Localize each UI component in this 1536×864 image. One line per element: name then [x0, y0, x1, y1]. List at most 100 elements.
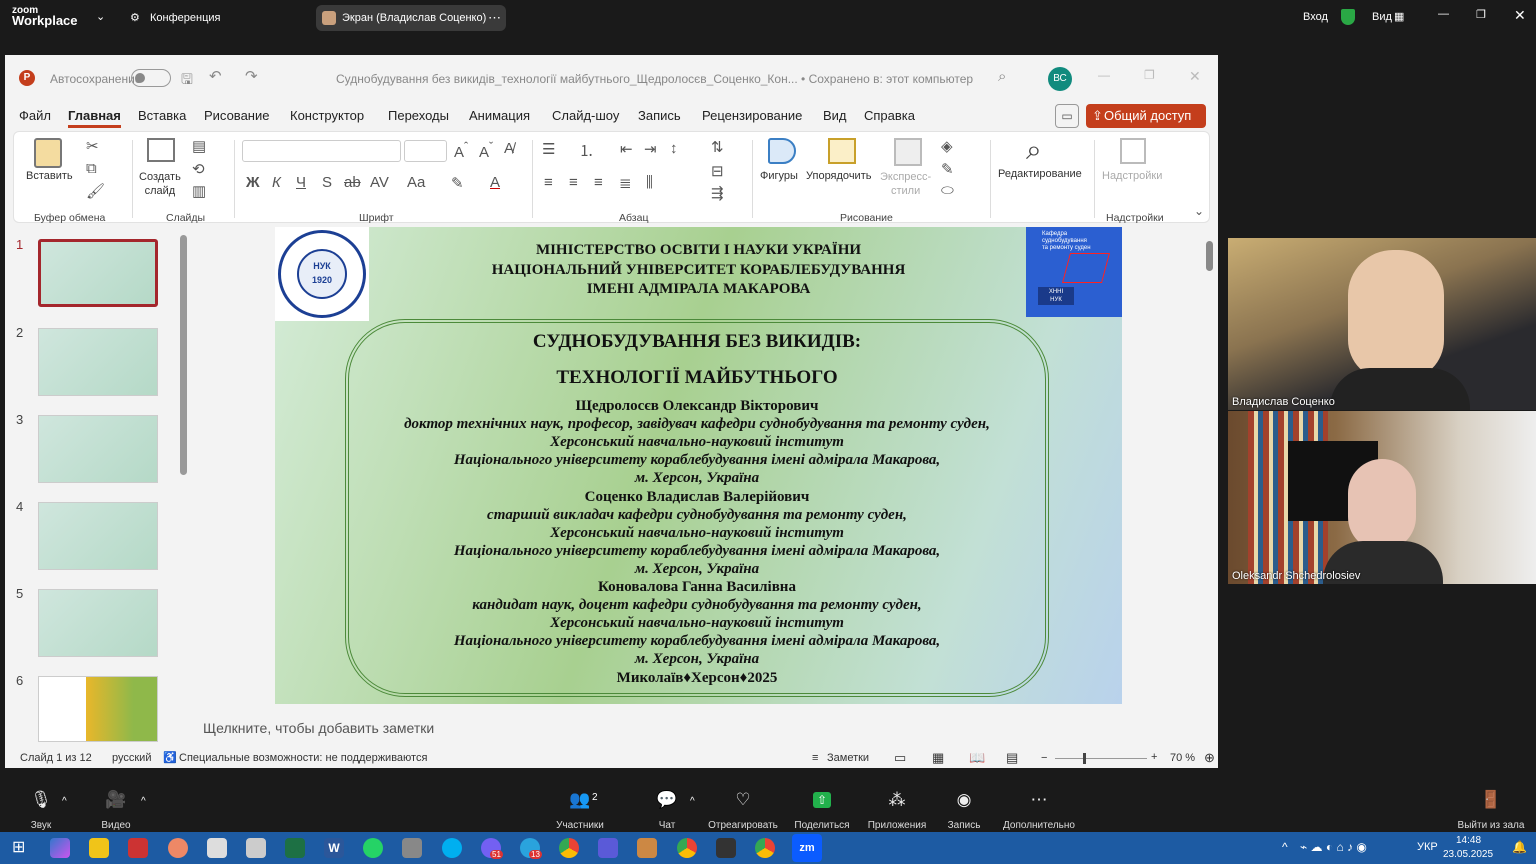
- whatsapp-icon[interactable]: [363, 838, 383, 858]
- leave-icon[interactable]: 🚪: [1446, 790, 1536, 810]
- window-close-icon[interactable]: ✕: [1189, 68, 1201, 85]
- zoom-out-icon[interactable]: −: [1041, 752, 1047, 764]
- new-slide-icon[interactable]: [147, 138, 175, 162]
- redo-icon[interactable]: ↷: [245, 67, 258, 85]
- copy-icon[interactable]: ⧉: [86, 160, 97, 177]
- app-icon[interactable]: [128, 838, 148, 858]
- shapes-button[interactable]: Фигуры: [760, 170, 798, 182]
- zoom-slider[interactable]: [1055, 753, 1147, 764]
- video-tile-2[interactable]: Oleksandr Shchedrolosiev: [1228, 411, 1536, 584]
- slide-thumbnail-3[interactable]: [38, 415, 158, 483]
- menu-home[interactable]: Главная: [68, 108, 121, 128]
- close-icon[interactable]: ✕: [1514, 7, 1526, 24]
- highlight-icon[interactable]: ✎: [451, 174, 464, 192]
- chevron-up-icon[interactable]: ^: [1282, 840, 1288, 854]
- video-tile-1[interactable]: Владислав Соценко: [1228, 238, 1536, 410]
- zoom-in-icon[interactable]: +: [1151, 751, 1157, 763]
- document-title[interactable]: Суднобудування без викидів_технології ма…: [336, 72, 973, 86]
- calculator-icon[interactable]: [246, 838, 266, 858]
- menu-slideshow[interactable]: Слайд-шоу: [552, 108, 619, 123]
- align-right-icon[interactable]: ≡: [594, 174, 603, 191]
- font-color-icon[interactable]: A: [490, 174, 500, 191]
- window-minimize-icon[interactable]: —: [1098, 68, 1110, 82]
- gear-icon[interactable]: ⚙: [130, 11, 140, 24]
- video-button[interactable]: Видео: [71, 820, 161, 831]
- word-icon[interactable]: W: [324, 838, 344, 858]
- share-button[interactable]: ⇪ Общий доступ: [1086, 104, 1206, 128]
- chrome-icon[interactable]: [559, 838, 579, 858]
- clock-date[interactable]: 23.05.2025: [1443, 849, 1493, 860]
- text-direction-icon[interactable]: ⇅: [711, 138, 724, 156]
- shape-fill-icon[interactable]: ◈: [941, 137, 953, 155]
- slide-scrollbar[interactable]: [1206, 241, 1213, 271]
- search-icon[interactable]: ⌕: [998, 68, 1006, 85]
- quick-styles-icon[interactable]: [894, 138, 922, 166]
- arrange-icon[interactable]: [828, 138, 856, 164]
- zoom-app-icon[interactable]: zm: [792, 834, 822, 862]
- notes-placeholder[interactable]: Щелкните, чтобы добавить заметки: [203, 720, 434, 736]
- slideshow-icon[interactable]: ▤: [1006, 750, 1018, 766]
- clear-format-icon[interactable]: A̸: [504, 140, 514, 157]
- layout-icon[interactable]: ▤: [192, 137, 206, 155]
- shapes-icon[interactable]: [768, 138, 796, 164]
- more-icon[interactable]: ⋯: [488, 10, 501, 26]
- window-restore-icon[interactable]: ❐: [1144, 68, 1155, 82]
- slide-thumbnail-6[interactable]: [38, 676, 158, 742]
- maximize-icon[interactable]: ❐: [1476, 8, 1486, 21]
- participants-button[interactable]: Участники: [535, 820, 625, 831]
- chevron-down-icon[interactable]: ⌄: [96, 10, 105, 23]
- slide-thumbnail-5[interactable]: [38, 589, 158, 657]
- react-button[interactable]: Отреагировать: [698, 820, 788, 831]
- slide-thumbnail-1[interactable]: [38, 239, 158, 307]
- fit-slide-icon[interactable]: ⊕: [1204, 750, 1215, 766]
- underline-icon[interactable]: Ч: [296, 174, 306, 191]
- italic-icon[interactable]: К: [272, 174, 281, 191]
- font-family-select[interactable]: [242, 140, 401, 162]
- menu-design[interactable]: Конструктор: [290, 108, 364, 123]
- tray-icons[interactable]: ⌁ ☁ ◐ ⌂ ♪ ◉: [1300, 840, 1367, 854]
- align-center-icon[interactable]: ≡: [569, 174, 578, 191]
- camera-app-icon[interactable]: [402, 838, 422, 858]
- chrome-icon[interactable]: [677, 838, 697, 858]
- addins-button[interactable]: Надстройки: [1102, 170, 1162, 182]
- app-icon[interactable]: [168, 838, 188, 858]
- case-icon[interactable]: Aa: [407, 174, 425, 191]
- new-slide-button[interactable]: Создать слайд: [139, 170, 181, 198]
- menu-insert[interactable]: Вставка: [138, 108, 186, 123]
- copilot-icon[interactable]: [50, 838, 70, 858]
- menu-animations[interactable]: Анимация: [469, 108, 530, 123]
- app-icon[interactable]: [207, 838, 227, 858]
- shape-outline-icon[interactable]: ✎: [941, 160, 954, 178]
- font-size-select[interactable]: [404, 140, 447, 162]
- comments-icon[interactable]: ▭: [1055, 104, 1079, 128]
- quick-styles-button[interactable]: Экспресс-стили: [880, 170, 931, 198]
- app-icon[interactable]: [716, 838, 736, 858]
- grid-icon[interactable]: ▦: [1394, 10, 1404, 23]
- strikethrough-icon[interactable]: ab: [344, 174, 361, 191]
- menu-record[interactable]: Запись: [638, 108, 681, 123]
- menu-file[interactable]: Файл: [19, 108, 51, 123]
- view-button[interactable]: Вид: [1372, 11, 1392, 23]
- format-painter-icon[interactable]: 🖌: [86, 182, 105, 200]
- screen-share-pill[interactable]: Экран (Владислав Соценко) ⋯: [316, 5, 506, 31]
- slide-thumbnail-2[interactable]: [38, 328, 158, 396]
- menu-review[interactable]: Рецензирование: [702, 108, 802, 123]
- minimize-icon[interactable]: —: [1438, 8, 1449, 20]
- chevron-up-icon[interactable]: ^: [690, 796, 695, 807]
- line-spacing-icon[interactable]: ↕: [670, 140, 678, 157]
- menu-draw[interactable]: Рисование: [204, 108, 269, 123]
- shrink-font-icon[interactable]: Aˇ: [479, 140, 493, 161]
- chevron-up-icon[interactable]: ^: [62, 796, 67, 807]
- skype-icon[interactable]: [442, 838, 462, 858]
- zoom-level[interactable]: 70 %: [1170, 752, 1195, 764]
- indent-increase-icon[interactable]: ⇥: [644, 140, 657, 158]
- align-left-icon[interactable]: ≡: [544, 174, 553, 191]
- reset-icon[interactable]: ⟲: [192, 160, 205, 178]
- align-text-icon[interactable]: ⊟: [711, 162, 724, 180]
- editing-search-icon[interactable]: ⌕: [1026, 134, 1042, 167]
- addins-icon[interactable]: [1120, 138, 1146, 164]
- editing-button[interactable]: Редактирование: [998, 168, 1082, 180]
- indent-decrease-icon[interactable]: ⇤: [620, 140, 633, 158]
- smartart-icon[interactable]: ⇶: [711, 184, 724, 202]
- grow-font-icon[interactable]: Aˆ: [454, 140, 468, 161]
